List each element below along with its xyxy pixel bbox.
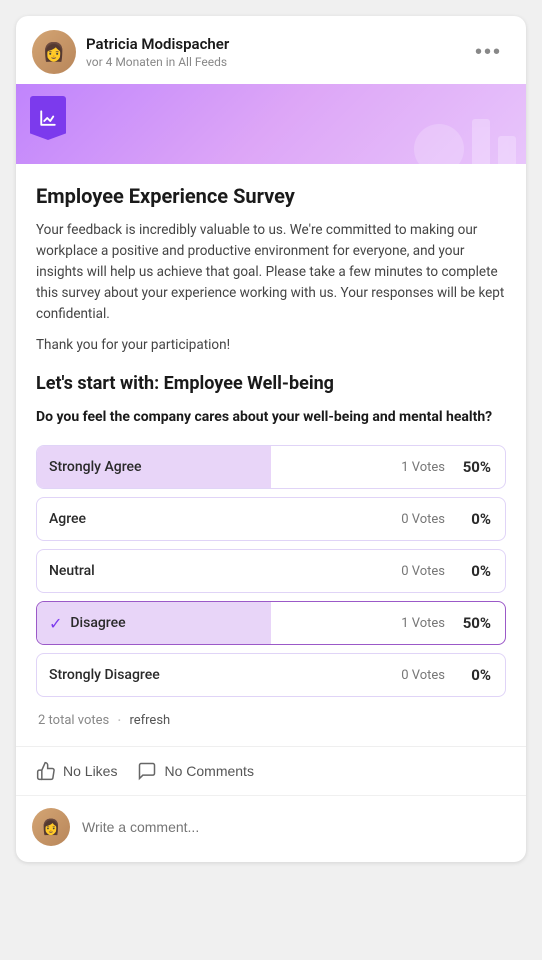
- option-label: Strongly Agree: [37, 459, 401, 475]
- pct-label: 50%: [453, 458, 491, 476]
- avatar: 👩: [32, 30, 76, 74]
- survey-content: Employee Experience Survey Your feedback…: [16, 164, 526, 746]
- option-label: Agree: [37, 511, 401, 527]
- pct-label: 0%: [453, 666, 491, 684]
- options-list: Strongly Agree1 Votes50%Agree0 Votes0%Ne…: [36, 445, 506, 697]
- post-meta: Patricia Modispacher vor 4 Monaten in Al…: [86, 35, 229, 69]
- option-stats: 0 Votes 0%: [401, 510, 505, 528]
- refresh-link[interactable]: refresh: [129, 713, 170, 728]
- comment-button[interactable]: No Comments: [133, 747, 269, 795]
- option-stats: 0 Votes 0%: [401, 666, 505, 684]
- option-row[interactable]: Strongly Disagree 0 Votes 0%: [36, 653, 506, 697]
- post-card: 👩 Patricia Modispacher vor 4 Monaten in …: [16, 16, 526, 862]
- survey-thanks: Thank you for your participation!: [36, 337, 506, 353]
- more-options-button[interactable]: •••: [467, 37, 510, 68]
- footer-dot: ·: [117, 711, 121, 730]
- votes-label: 0 Votes: [401, 512, 445, 527]
- section-title: Let's start with: Employee Well-being: [36, 373, 506, 394]
- check-icon: ✓: [49, 614, 62, 633]
- option-label-text: Agree: [49, 511, 86, 527]
- thumbs-up-icon: [36, 761, 56, 781]
- option-label-text: Neutral: [49, 563, 95, 579]
- comment-icon: [137, 761, 157, 781]
- votes-label: 1 Votes: [401, 616, 445, 631]
- option-row[interactable]: Neutral 0 Votes 0%: [36, 549, 506, 593]
- option-label: Neutral: [37, 563, 401, 579]
- comment-row: 👩: [16, 795, 526, 862]
- total-votes: 2 total votes: [38, 713, 109, 728]
- banner-bookmark: [30, 96, 66, 140]
- actions-row: No Likes No Comments: [16, 746, 526, 795]
- post-meta-sub: vor 4 Monaten in All Feeds: [86, 55, 229, 69]
- post-header: 👩 Patricia Modispacher vor 4 Monaten in …: [16, 16, 526, 84]
- option-label: ✓ Disagree: [37, 614, 401, 633]
- option-label: Strongly Disagree: [37, 667, 401, 683]
- option-label-text: Strongly Agree: [49, 459, 142, 475]
- option-stats: 1 Votes 50%: [401, 614, 505, 632]
- votes-label: 0 Votes: [401, 668, 445, 683]
- option-label-text: Disagree: [70, 615, 125, 631]
- option-stats: 1 Votes 50%: [401, 458, 505, 476]
- footer-row: 2 total votes · refresh: [36, 711, 506, 730]
- survey-banner: [16, 84, 526, 164]
- option-row[interactable]: Strongly Agree 1 Votes 50%: [36, 445, 506, 489]
- survey-question: Do you feel the company cares about your…: [36, 408, 506, 428]
- option-stats: 0 Votes 0%: [401, 562, 505, 580]
- option-label-text: Strongly Disagree: [49, 667, 160, 683]
- option-row[interactable]: ✓ Disagree 1 Votes 50%: [36, 601, 506, 645]
- commenter-avatar: 👩: [32, 808, 70, 846]
- pct-label: 50%: [453, 614, 491, 632]
- votes-label: 0 Votes: [401, 564, 445, 579]
- pct-label: 0%: [453, 562, 491, 580]
- post-header-left: 👩 Patricia Modispacher vor 4 Monaten in …: [32, 30, 229, 74]
- survey-description: Your feedback is incredibly valuable to …: [36, 220, 506, 325]
- pct-label: 0%: [453, 510, 491, 528]
- chart-icon: [39, 109, 57, 127]
- banner-decoration: [414, 119, 516, 164]
- like-label: No Likes: [63, 763, 117, 779]
- survey-title: Employee Experience Survey: [36, 184, 506, 208]
- votes-label: 1 Votes: [401, 460, 445, 475]
- comment-input[interactable]: [82, 819, 510, 835]
- comment-label: No Comments: [164, 763, 253, 779]
- option-row[interactable]: Agree 0 Votes 0%: [36, 497, 506, 541]
- author-name: Patricia Modispacher: [86, 35, 229, 53]
- like-button[interactable]: No Likes: [32, 747, 133, 795]
